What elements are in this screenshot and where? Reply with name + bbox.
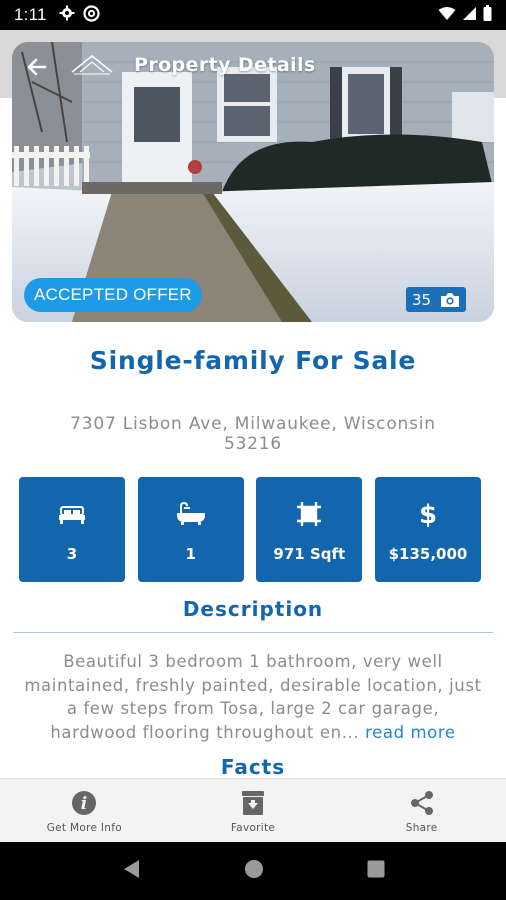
favorite-button[interactable]: Favorite [169,779,338,842]
share-label: Share [405,822,438,834]
share-icon [409,789,435,817]
stat-tile-price: $ $135,000 [374,477,481,582]
favorite-box-icon [241,789,265,817]
nav-back-icon[interactable] [121,858,141,884]
house-roof-logo-icon [70,52,114,76]
favorite-label: Favorite [230,822,276,834]
stat-value-area: 971 Sqft [273,545,346,563]
share-button[interactable]: Share [337,779,506,842]
stat-value-price: $135,000 [388,545,468,563]
arrow-left-icon [27,58,47,76]
status-time: 1:11 [14,5,47,24]
at-sign-icon [83,4,100,26]
stat-tile-area: 971 Sqft [256,477,363,582]
back-button[interactable] [22,52,52,82]
read-more-link[interactable]: read more [365,723,456,742]
description-text-block: Beautiful 3 bedroom 1 bathroom, very wel… [24,650,482,744]
get-more-info-label: Get More Info [46,822,122,834]
status-left-icons [59,4,100,26]
page-title: Property Details [134,54,316,76]
divider [13,632,493,633]
bottom-action-bar: i Get More Info Favorite Share [0,778,506,842]
info-icon: i [71,789,97,817]
bed-icon [58,499,86,529]
listing-type: Single-family For Sale [89,346,417,375]
bathtub-icon [176,499,206,529]
svg-text:i: i [81,794,87,814]
status-right-icons [438,5,492,25]
photo-count-value: 35 [412,290,432,309]
nav-home-icon[interactable] [244,859,264,883]
gear-icon [59,5,75,25]
svg-text:$: $ [419,500,437,528]
area-icon [296,499,322,529]
camera-icon [441,292,459,307]
system-nav-bar [0,842,506,900]
battery-icon [483,5,492,25]
description-heading: Description [182,597,324,621]
get-more-info-button[interactable]: i Get More Info [0,779,169,842]
status-badge: ACCEPTED OFFER [24,278,202,312]
property-photo[interactable]: Property Details ACCEPTED OFFER 35 [12,42,494,322]
photo-count-button[interactable]: 35 [406,287,466,312]
nav-recents-icon[interactable] [367,860,385,882]
wifi-icon [438,6,456,25]
property-address: 7307 Lisbon Ave, Milwaukee, Wisconsin 53… [70,414,436,454]
stats-tiles: 3 1 971 Sqft $ $135,000 [19,477,481,582]
facts-heading: Facts [220,755,286,779]
signal-icon [462,6,477,25]
stat-value-bedrooms: 3 [66,545,78,563]
dollar-icon: $ [418,499,438,529]
stat-value-bathrooms: 1 [185,545,196,563]
status-bar: 1:11 [0,0,506,30]
stat-tile-bathrooms: 1 [137,477,244,582]
stat-tile-bedrooms: 3 [19,477,125,582]
